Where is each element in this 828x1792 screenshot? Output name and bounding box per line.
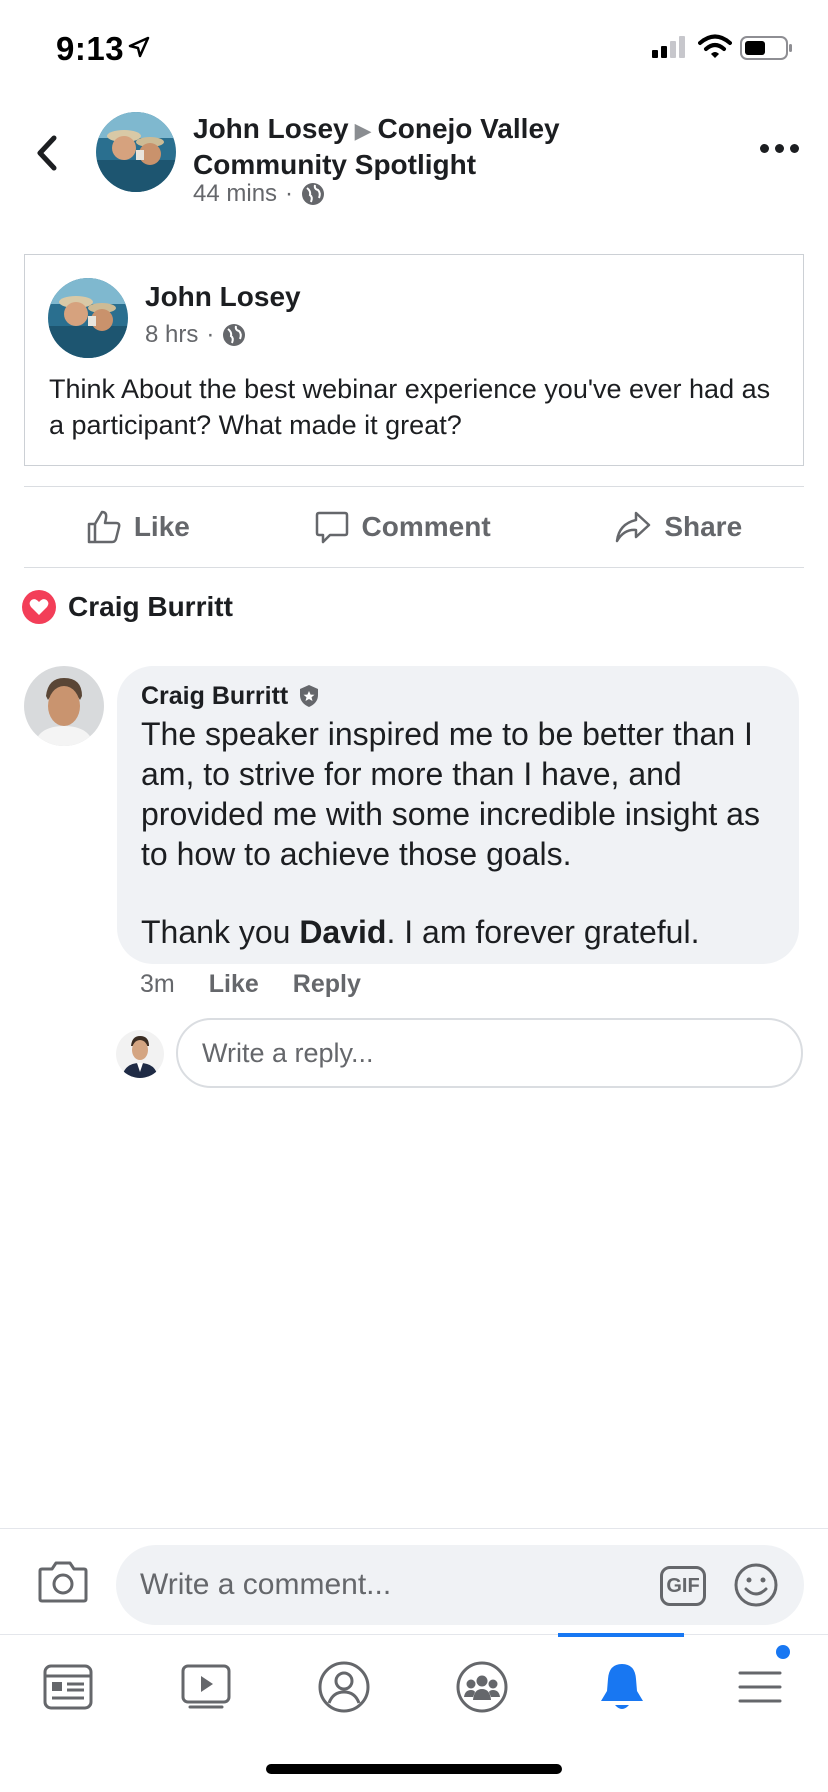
back-button[interactable] bbox=[30, 130, 64, 176]
shared-author-photo bbox=[48, 278, 128, 358]
comment-paragraph-1: The speaker inspired me to be better tha… bbox=[141, 716, 760, 872]
emoji-button[interactable] bbox=[732, 1561, 780, 1614]
comment-like-button[interactable]: Like bbox=[209, 970, 259, 999]
news-feed-icon bbox=[43, 1664, 93, 1710]
post-meta: 44 mins · bbox=[193, 180, 325, 208]
shared-to-arrow-icon: ▶ bbox=[354, 118, 372, 143]
comment-label: Comment bbox=[361, 511, 491, 542]
comment-time: 3m bbox=[140, 970, 175, 998]
nav-menu[interactable] bbox=[728, 1655, 792, 1719]
post-header: John Losey ▶ Conejo Valley Community Spotl… bbox=[0, 100, 828, 220]
location-arrow-icon bbox=[128, 36, 150, 58]
more-dot bbox=[775, 144, 784, 153]
author-name[interactable]: John Losey bbox=[193, 113, 349, 144]
shared-author-avatar[interactable] bbox=[48, 278, 128, 358]
meta-separator: · bbox=[206, 321, 215, 348]
author-photo bbox=[96, 112, 176, 192]
like-button[interactable]: Like bbox=[86, 509, 190, 545]
wifi-icon bbox=[698, 34, 732, 58]
heart-icon bbox=[22, 590, 56, 624]
comment-text-pre: Thank you bbox=[141, 914, 300, 950]
shared-post-meta: 8 hrs · bbox=[145, 321, 246, 349]
menu-icon bbox=[738, 1671, 782, 1703]
notifications-icon bbox=[601, 1664, 643, 1709]
commenter-avatar[interactable] bbox=[24, 666, 104, 746]
admin-badge-icon bbox=[300, 685, 319, 707]
emoji-smile-icon bbox=[734, 1563, 778, 1607]
share-label: Share bbox=[664, 511, 743, 542]
post-time[interactable]: 44 mins bbox=[193, 180, 277, 208]
nav-groups[interactable] bbox=[450, 1655, 514, 1719]
comment-button[interactable]: Comment bbox=[314, 509, 491, 545]
back-chevron-icon bbox=[37, 135, 57, 171]
groups-icon bbox=[456, 1661, 508, 1713]
comment-bubble-icon bbox=[315, 511, 348, 544]
comment-author-name[interactable]: Craig Burritt bbox=[141, 682, 288, 711]
mentioned-name[interactable]: David bbox=[299, 914, 386, 950]
heart-shape bbox=[29, 599, 49, 615]
comment-reply-button[interactable]: Reply bbox=[293, 970, 361, 999]
watch-icon bbox=[181, 1664, 231, 1709]
status-bar: 9:13 bbox=[0, 0, 828, 96]
shared-post-time[interactable]: 8 hrs bbox=[145, 321, 198, 349]
nav-notifications[interactable] bbox=[590, 1655, 654, 1719]
menu-notification-dot bbox=[776, 1645, 790, 1659]
globe-icon bbox=[223, 324, 246, 346]
comment-text-post: . I am forever grateful. bbox=[386, 914, 700, 950]
reactor-name: Craig Burritt bbox=[68, 591, 233, 622]
comment-input-wrapper: GIF bbox=[116, 1545, 804, 1625]
reply-input[interactable] bbox=[176, 1018, 803, 1088]
status-time: 9:13 bbox=[56, 30, 125, 67]
current-user-avatar bbox=[116, 1030, 164, 1078]
like-label: Like bbox=[133, 511, 190, 542]
commenter-photo bbox=[24, 666, 104, 746]
comment-input[interactable] bbox=[140, 1545, 620, 1625]
camera-icon bbox=[38, 1561, 88, 1603]
shared-post-text: Think About the best webinar experience … bbox=[49, 374, 771, 440]
more-dots-icon bbox=[760, 144, 769, 153]
meta-separator: · bbox=[285, 180, 294, 207]
nav-news-feed[interactable] bbox=[36, 1655, 100, 1719]
cellular-signal-icon bbox=[652, 36, 685, 58]
shared-author-name[interactable]: John Losey bbox=[145, 281, 301, 313]
battery-icon bbox=[740, 36, 792, 60]
more-options-button[interactable] bbox=[760, 144, 799, 153]
comment-paragraph-2: Thank you David. I am forever grateful. bbox=[141, 912, 775, 952]
comment-bubble[interactable]: Craig Burritt The speaker inspired me to… bbox=[117, 666, 799, 964]
bottom-navigation bbox=[0, 1633, 828, 1746]
share-arrow-icon bbox=[616, 511, 651, 543]
more-dot bbox=[790, 144, 799, 153]
reaction-summary[interactable]: Craig Burritt bbox=[22, 590, 233, 624]
home-indicator[interactable] bbox=[266, 1764, 562, 1774]
profile-icon bbox=[318, 1661, 370, 1713]
author-avatar[interactable] bbox=[96, 112, 176, 192]
thumbs-up-icon bbox=[87, 510, 121, 544]
comment-actions: 3m Like Reply bbox=[140, 970, 361, 999]
gif-button[interactable]: GIF bbox=[660, 1566, 706, 1606]
active-tab-indicator bbox=[558, 1633, 684, 1637]
comment-composer: GIF bbox=[0, 1528, 828, 1634]
comment-text: The speaker inspired me to be better tha… bbox=[141, 714, 775, 952]
comment-author: Craig Burritt bbox=[141, 680, 775, 712]
nav-profile[interactable] bbox=[312, 1655, 376, 1719]
post-title: John Losey ▶ Conejo Valley Community Spotl… bbox=[193, 112, 613, 182]
nav-watch[interactable] bbox=[174, 1655, 238, 1719]
shared-post-card[interactable]: John Losey 8 hrs · Think About the best … bbox=[24, 254, 804, 466]
post-action-bar: Like Comment Share bbox=[24, 486, 804, 568]
globe-icon bbox=[302, 183, 325, 205]
current-user-photo bbox=[116, 1030, 164, 1078]
share-button[interactable]: Share bbox=[614, 510, 742, 544]
camera-button[interactable] bbox=[38, 1559, 88, 1608]
